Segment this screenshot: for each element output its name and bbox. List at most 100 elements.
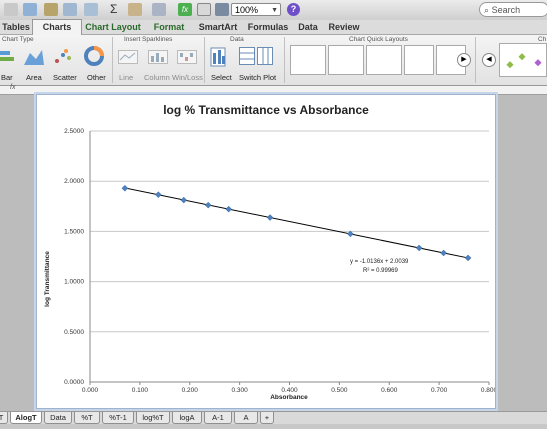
chart-title[interactable]: log % Transmittance vs Absorbance <box>163 103 369 117</box>
sparkline-winloss-icon[interactable] <box>177 50 197 64</box>
filter-icon[interactable] <box>152 3 166 16</box>
y-axis-label: log Transmittance <box>44 251 51 307</box>
tab-data[interactable]: Data <box>293 20 323 34</box>
sheet-tab-alogt[interactable]: AlogT <box>10 412 42 424</box>
ribbon-tabs: Tables Charts Chart Layout Format SmartA… <box>0 19 547 35</box>
add-sheet-button[interactable]: + <box>260 412 274 424</box>
x-tick-label: 0.500 <box>331 387 348 394</box>
sheet-tab-loga[interactable]: logA <box>172 412 202 424</box>
y-tick-label: 0.0000 <box>64 379 84 386</box>
quick-layout-4[interactable] <box>404 45 434 75</box>
tab-review[interactable]: Review <box>324 20 364 34</box>
trendline-r-squared: R² = 0.99969 <box>363 268 399 274</box>
data-point <box>440 249 447 257</box>
x-tick-label: 0.700 <box>431 387 448 394</box>
sheet-tab-t[interactable]: T <box>0 412 8 424</box>
data-point <box>204 201 212 209</box>
tab-smartart[interactable]: SmartArt <box>193 20 243 34</box>
help-icon[interactable]: ? <box>287 3 300 16</box>
tab-formulas[interactable]: Formulas <box>244 20 292 34</box>
switch-plot-icon[interactable] <box>239 47 273 65</box>
quick-layout-3[interactable] <box>366 45 402 75</box>
open-icon[interactable] <box>23 3 37 16</box>
sheet-tab-percent-t[interactable]: %T <box>74 412 100 424</box>
group-chart-type-label: Chart Type <box>2 36 34 43</box>
switch-plot-label: Switch Plot <box>239 73 277 82</box>
data-point <box>266 214 274 221</box>
data-point <box>225 205 233 213</box>
group-styles-label: Ch <box>538 36 547 43</box>
ribbon: Chart Type Insert Sparklines Data Chart … <box>0 35 547 86</box>
tab-charts[interactable]: Charts <box>32 19 82 35</box>
toolbox-icon[interactable] <box>215 3 229 16</box>
redo-icon[interactable] <box>84 3 98 16</box>
sheet-tab-percent-t-inverse[interactable]: %T-1 <box>102 412 134 424</box>
sparkline-line-label: Line <box>119 73 134 82</box>
scatter-chart-icon[interactable] <box>54 47 74 67</box>
area-chart-icon[interactable] <box>24 47 44 67</box>
x-tick-label: 0.800 <box>481 387 495 394</box>
bar-chart-icon[interactable] <box>0 47 16 67</box>
function-icon[interactable]: fx <box>178 3 192 16</box>
data-point <box>121 184 129 192</box>
sheet-tab-log-percent-t[interactable]: log%T <box>136 412 170 424</box>
styles-prev-icon[interactable]: ◀ <box>482 53 496 67</box>
sparkline-winloss-label: Win/Loss <box>172 73 203 82</box>
x-tick-label: 0.300 <box>231 387 248 394</box>
quick-layout-1[interactable] <box>290 45 326 75</box>
group-sparklines-label: Insert Sparklines <box>124 36 173 43</box>
sparkline-line-icon[interactable] <box>118 50 138 64</box>
data-point <box>154 191 162 199</box>
search-input[interactable]: ⌕ Search <box>479 2 547 17</box>
standard-toolbar: Σ fx 100% ▼ ? ⌕ Search <box>0 0 547 21</box>
x-axis-label: Absorbance <box>270 394 308 401</box>
y-tick-label: 1.0000 <box>64 279 84 286</box>
quick-layout-2[interactable] <box>328 45 364 75</box>
search-icon: ⌕ <box>484 5 490 15</box>
tab-chart-layout[interactable]: Chart Layout <box>82 20 144 34</box>
sort-icon[interactable] <box>128 3 142 16</box>
x-tick-label: 0.000 <box>82 387 99 394</box>
zoom-select[interactable]: 100% ▼ <box>231 3 281 16</box>
group-quick-layouts-label: Chart Quick Layouts <box>349 36 408 43</box>
scatter-chart[interactable]: log % Transmittance vs Absorbance 0.0000… <box>37 95 498 408</box>
fx-label: fx <box>10 84 16 91</box>
select-data-icon[interactable] <box>210 45 228 69</box>
data-point <box>180 196 188 204</box>
sheet-tab-a[interactable]: A <box>234 412 258 424</box>
undo-icon[interactable] <box>63 3 77 16</box>
trendline-equation: y = -1.0136x + 2.0039 <box>350 259 409 265</box>
y-tick-label: 2.5000 <box>64 128 84 135</box>
status-bar <box>0 424 547 429</box>
other-chart-label: Other <box>87 73 106 82</box>
y-tick-label: 2.0000 <box>64 178 84 185</box>
autosum-icon[interactable]: Σ <box>110 2 117 16</box>
area-chart-label: Area <box>26 73 42 82</box>
chevron-down-icon: ▼ <box>271 7 278 14</box>
sheet-tab-bar: T AlogT Data %T %T-1 log%T logA A-1 A + <box>0 411 547 425</box>
tab-tables[interactable]: Tables <box>0 20 32 34</box>
layouts-next-icon[interactable]: ▶ <box>457 53 471 67</box>
group-data-label: Data <box>230 36 244 43</box>
gallery-icon[interactable] <box>197 3 211 16</box>
search-placeholder: Search <box>491 5 521 15</box>
sheet-tab-a-inverse[interactable]: A-1 <box>204 412 232 424</box>
tab-format[interactable]: Format <box>146 20 192 34</box>
y-tick-label: 1.5000 <box>64 228 84 235</box>
select-data-label: Select <box>211 73 232 82</box>
sparkline-column-icon[interactable] <box>148 50 168 64</box>
chart-style-1[interactable] <box>499 43 547 77</box>
bar-chart-label: Bar <box>1 73 13 82</box>
sheet-tab-data[interactable]: Data <box>44 412 72 424</box>
save-icon[interactable] <box>44 3 58 16</box>
x-tick-label: 0.200 <box>182 387 199 394</box>
data-point <box>415 244 423 252</box>
x-tick-label: 0.600 <box>381 387 398 394</box>
chart-area[interactable]: log % Transmittance vs Absorbance 0.0000… <box>36 94 498 409</box>
new-icon[interactable] <box>4 3 18 16</box>
sparkline-column-label: Column <box>144 73 170 82</box>
other-chart-icon[interactable] <box>84 46 104 66</box>
y-tick-label: 0.5000 <box>64 329 84 336</box>
data-point <box>464 254 472 262</box>
scatter-chart-label: Scatter <box>53 73 77 82</box>
